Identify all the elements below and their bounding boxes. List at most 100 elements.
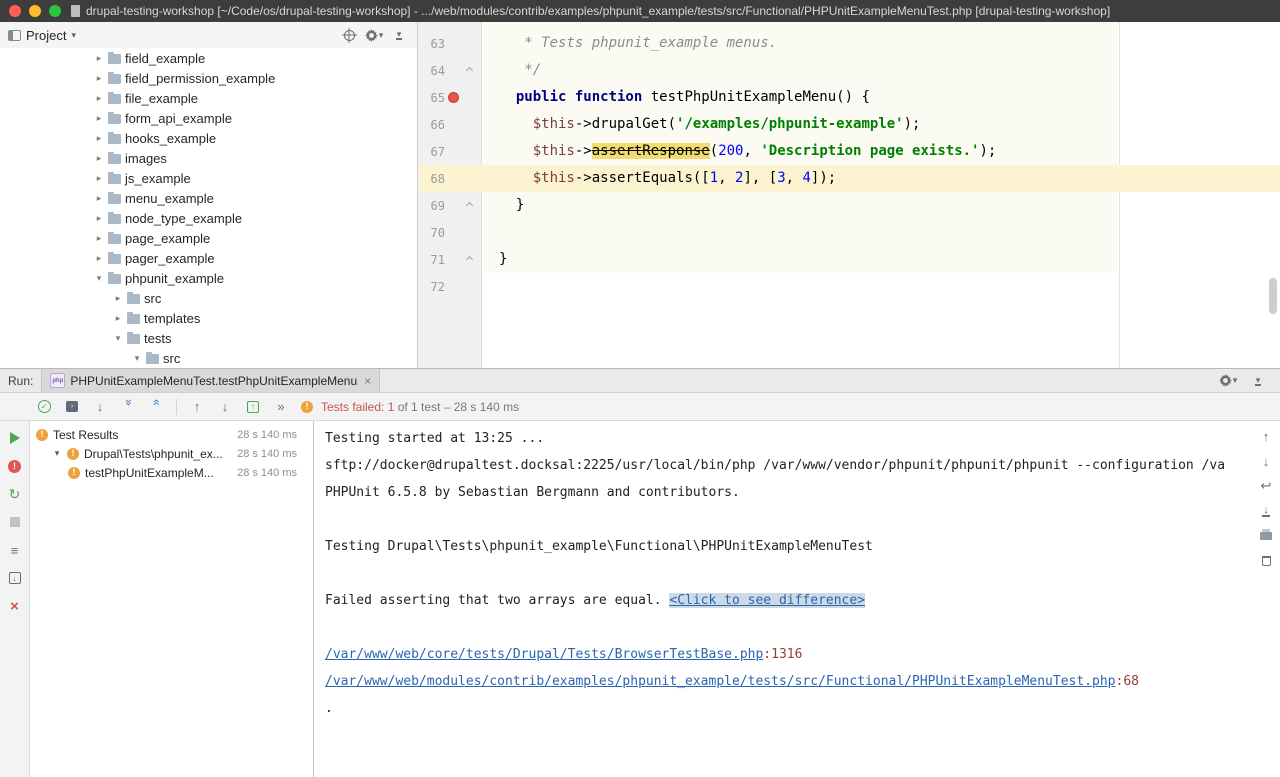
- chevron-right-icon[interactable]: ▸: [94, 213, 104, 224]
- chevron-right-icon[interactable]: ▸: [94, 253, 104, 264]
- chevron-right-icon[interactable]: ▸: [94, 73, 104, 84]
- export-test-results-button[interactable]: ↓: [7, 571, 23, 585]
- chevron-down-icon[interactable]: ▾: [113, 333, 123, 344]
- down-stacktrace-button[interactable]: ↓: [1258, 454, 1274, 468]
- editor-line[interactable]: 72: [419, 273, 1280, 300]
- test-marker-icon[interactable]: [448, 92, 459, 103]
- rerun-button[interactable]: [7, 431, 23, 445]
- fold-marker-icon[interactable]: [465, 67, 472, 74]
- chevron-down-icon[interactable]: ▾: [71, 30, 76, 41]
- console-panel[interactable]: Testing started at 13:25 ...sftp://docke…: [314, 421, 1280, 777]
- chevron-right-icon[interactable]: ▸: [94, 113, 104, 124]
- project-tree-item[interactable]: ▸js_example: [0, 168, 417, 188]
- line-number[interactable]: 69: [419, 199, 445, 213]
- chevron-down-icon[interactable]: ▾: [52, 448, 62, 459]
- sort-by-duration-button[interactable]: ↓: [92, 399, 108, 415]
- view-diff-link[interactable]: <Click to see difference>: [669, 593, 865, 608]
- line-number[interactable]: 64: [419, 64, 445, 78]
- fold-marker-icon[interactable]: [465, 256, 472, 263]
- editor-line[interactable]: 64 */: [419, 57, 1280, 84]
- line-number[interactable]: 66: [419, 118, 445, 132]
- editor[interactable]: 63 * Tests phpunit_example menus.64 */65…: [419, 22, 1280, 368]
- collapse-all-button[interactable]: «: [148, 399, 164, 415]
- editor-line[interactable]: 63 * Tests phpunit_example menus.: [419, 30, 1280, 57]
- zoom-window-button[interactable]: [49, 5, 61, 17]
- editor-line[interactable]: 69 }: [419, 192, 1280, 219]
- editor-line[interactable]: 68 $this->assertEquals([1, 2], [3, 4]);: [419, 165, 1280, 192]
- stop-button[interactable]: [7, 515, 23, 529]
- more-options-chevron[interactable]: »: [273, 399, 289, 415]
- chevron-right-icon[interactable]: ▸: [94, 133, 104, 144]
- previous-failed-test-button[interactable]: ↑: [189, 399, 205, 415]
- project-tree-item[interactable]: ▾phpunit_example: [0, 268, 417, 288]
- file-link[interactable]: /var/www/web/core/tests/Drupal/Tests/Bro…: [325, 647, 763, 662]
- project-tree-item[interactable]: ▸templates: [0, 308, 417, 328]
- import-test-results-button[interactable]: ↑: [245, 399, 261, 415]
- project-tree-item[interactable]: ▸hooks_example: [0, 128, 417, 148]
- editor-line[interactable]: 65 public function testPhpUnitExampleMen…: [419, 84, 1280, 111]
- up-stacktrace-button[interactable]: ↑: [1258, 429, 1274, 443]
- chevron-right-icon[interactable]: ▸: [94, 53, 104, 64]
- next-failed-test-button[interactable]: ↓: [217, 399, 233, 415]
- project-tree-item[interactable]: ▾src: [0, 348, 417, 368]
- chevron-right-icon[interactable]: ▸: [94, 173, 104, 184]
- locate-file-button[interactable]: [339, 25, 359, 45]
- editor-scrollbar[interactable]: [1269, 278, 1277, 314]
- hide-toolwindow-button[interactable]: ▾: [1248, 371, 1268, 391]
- line-number[interactable]: 70: [419, 226, 445, 240]
- line-number[interactable]: 71: [419, 253, 445, 267]
- project-tree-item[interactable]: ▸field_example: [0, 48, 417, 68]
- project-tree-item[interactable]: ▸page_example: [0, 228, 417, 248]
- test-tree-item[interactable]: ▾!Drupal\Tests\phpunit_ex...28 s 140 ms: [30, 444, 313, 463]
- line-number[interactable]: 68: [419, 172, 445, 186]
- project-tree-item[interactable]: ▾tests: [0, 328, 417, 348]
- editor-line[interactable]: 66 $this->drupalGet('/examples/phpunit-e…: [419, 111, 1280, 138]
- chevron-right-icon[interactable]: ▸: [113, 293, 123, 304]
- file-link[interactable]: /var/www/web/modules/contrib/examples/ph…: [325, 674, 1116, 689]
- chevron-right-icon[interactable]: ▸: [94, 93, 104, 104]
- project-tree-item[interactable]: ▸src: [0, 288, 417, 308]
- scroll-to-end-button[interactable]: ↓: [1258, 504, 1274, 518]
- clear-console-button[interactable]: [1258, 554, 1274, 568]
- line-number[interactable]: 63: [419, 37, 445, 51]
- line-number[interactable]: 67: [419, 145, 445, 159]
- test-history-button[interactable]: ≡: [7, 543, 23, 557]
- chevron-down-icon[interactable]: ▾: [94, 273, 104, 284]
- close-icon[interactable]: ×: [364, 374, 371, 388]
- chevron-right-icon[interactable]: ▸: [94, 153, 104, 164]
- project-tree-item[interactable]: ▸menu_example: [0, 188, 417, 208]
- project-tree-item[interactable]: ▸node_type_example: [0, 208, 417, 228]
- close-window-button[interactable]: [9, 5, 21, 17]
- print-button[interactable]: [1258, 529, 1274, 543]
- editor-line[interactable]: 71}: [419, 246, 1280, 273]
- editor-line[interactable]: 70: [419, 219, 1280, 246]
- test-tree-item[interactable]: !Test Results28 s 140 ms: [30, 425, 313, 444]
- gear-icon[interactable]: ▾: [1218, 371, 1238, 391]
- show-passed-button[interactable]: ✓: [36, 399, 52, 415]
- line-number[interactable]: 65: [419, 91, 445, 105]
- project-tree-item[interactable]: ▸file_example: [0, 88, 417, 108]
- fold-marker-icon[interactable]: [465, 202, 472, 209]
- hide-panel-button[interactable]: ▾: [389, 25, 409, 45]
- expand-all-button[interactable]: »: [120, 399, 136, 415]
- rerun-failed-tests-button[interactable]: !: [7, 459, 23, 473]
- project-tree-item[interactable]: ▸images: [0, 148, 417, 168]
- toggle-auto-test-button[interactable]: ↻: [7, 487, 23, 501]
- close-panel-button[interactable]: ×: [7, 599, 23, 613]
- line-number[interactable]: 72: [419, 280, 445, 294]
- project-tree-item[interactable]: ▸field_permission_example: [0, 68, 417, 88]
- soft-wrap-button[interactable]: ↩: [1258, 479, 1274, 493]
- test-tree-item[interactable]: !testPhpUnitExampleM...28 s 140 ms: [30, 463, 313, 482]
- editor-line[interactable]: 67 $this->assertResponse(200, 'Descripti…: [419, 138, 1280, 165]
- chevron-right-icon[interactable]: ▸: [94, 233, 104, 244]
- chevron-right-icon[interactable]: ▸: [94, 193, 104, 204]
- chevron-right-icon[interactable]: ▸: [113, 313, 123, 324]
- show-ignored-button[interactable]: ›: [64, 399, 80, 415]
- project-tree-item[interactable]: ▸form_api_example: [0, 108, 417, 128]
- project-panel-title[interactable]: Project: [26, 28, 66, 43]
- minimize-window-button[interactable]: [29, 5, 41, 17]
- run-tab[interactable]: php PHPUnitExampleMenuTest.testPhpUnitEx…: [41, 369, 380, 392]
- gear-icon[interactable]: ▾: [364, 25, 384, 45]
- chevron-down-icon[interactable]: ▾: [132, 353, 142, 364]
- project-tree-item[interactable]: ▸pager_example: [0, 248, 417, 268]
